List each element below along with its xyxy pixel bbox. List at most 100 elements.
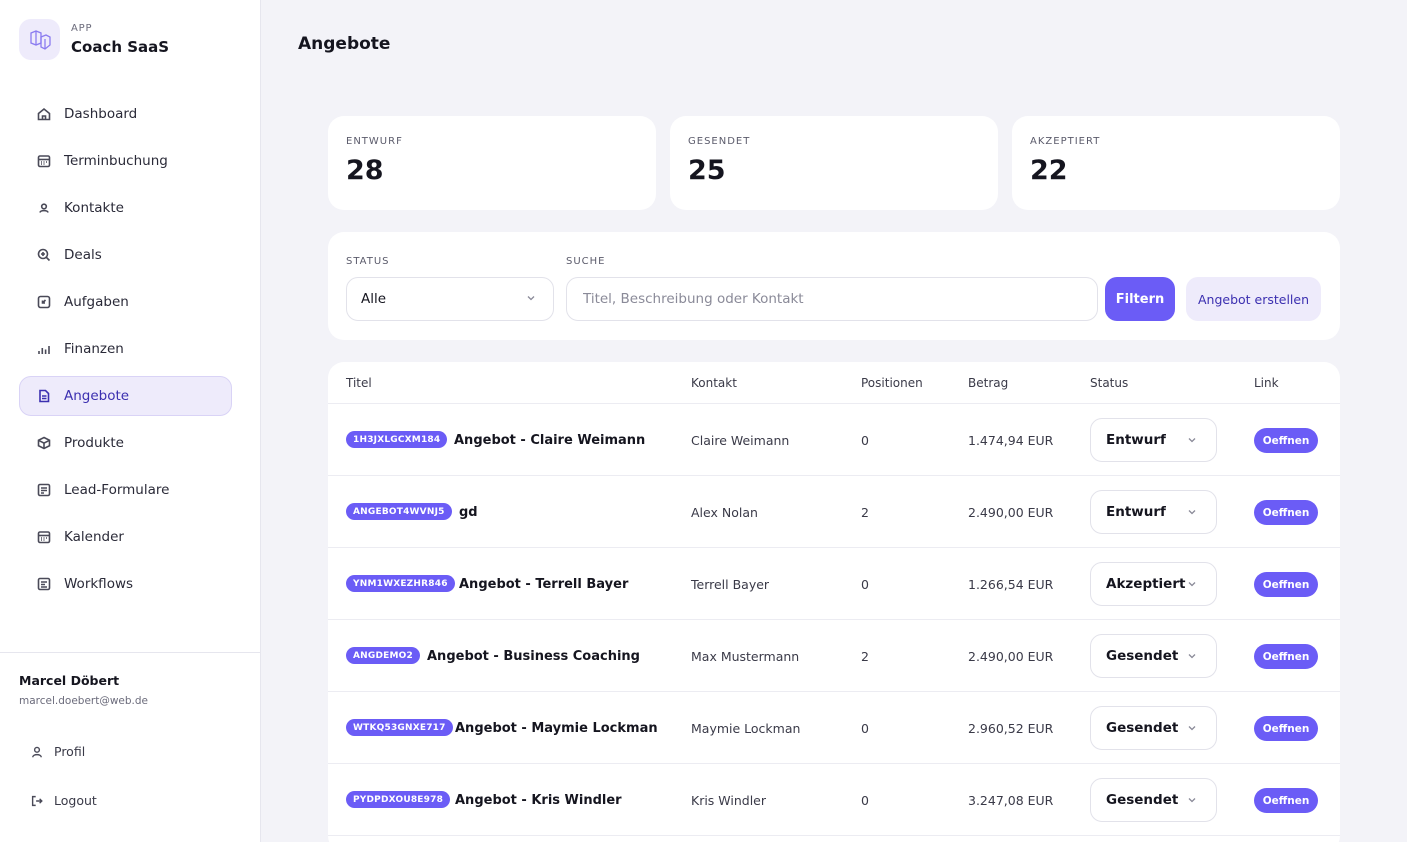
status-select[interactable]: Gesendet [1090, 706, 1217, 750]
profile-link[interactable]: Profil [30, 744, 85, 759]
stat-card-entwurf: ENTWURF 28 [328, 116, 656, 210]
offer-contact: Kris Windler [691, 793, 767, 808]
bar-chart-icon [36, 341, 52, 357]
table-row: WTKQ53GNXE717 Angebot - Maymie Lockman M… [328, 692, 1340, 764]
sidebar-item-kalender[interactable]: Kalender [19, 517, 232, 557]
sidebar-item-finanzen[interactable]: Finanzen [19, 329, 232, 369]
offer-contact: Alex Nolan [691, 505, 758, 520]
stat-label: GESENDET [688, 136, 751, 147]
logout-link-label: Logout [54, 793, 97, 808]
filter-button[interactable]: Filtern [1105, 277, 1175, 321]
open-offer-button[interactable]: Oeffnen [1254, 428, 1318, 453]
chevron-down-icon [1188, 510, 1196, 515]
status-value: Entwurf [1106, 504, 1166, 520]
offers-table: Titel Kontakt Positionen Betrag Status L… [328, 362, 1340, 842]
sidebar-item-workflows[interactable]: Workflows [19, 564, 232, 604]
create-offer-button[interactable]: Angebot erstellen [1186, 277, 1321, 321]
stat-label: AKZEPTIERT [1030, 136, 1101, 147]
open-offer-button[interactable]: Oeffnen [1254, 500, 1318, 525]
user-icon [36, 200, 52, 216]
brand-name: Coach SaaS [71, 38, 170, 56]
sidebar-item-label: Terminbuchung [64, 153, 168, 169]
sidebar-item-label: Dashboard [64, 106, 138, 122]
open-offer-button[interactable]: Oeffnen [1254, 572, 1318, 597]
profile-link-label: Profil [54, 744, 86, 759]
status-value: Entwurf [1106, 432, 1166, 448]
sidebar-item-label: Produkte [64, 435, 124, 451]
stat-label: ENTWURF [346, 136, 403, 147]
offer-amount: 2.960,52 EUR [968, 721, 1054, 736]
chevron-down-icon [1188, 726, 1196, 731]
offer-positions: 0 [861, 577, 869, 592]
status-select[interactable]: Gesendet [1090, 634, 1217, 678]
sidebar-item-dashboard[interactable]: Dashboard [19, 94, 232, 134]
sidebar: APP Coach SaaS Dashboard Terminbuchung K… [0, 0, 261, 842]
user-info: Marcel Döbert marcel.doebert@web.de [19, 673, 148, 707]
status-select[interactable]: Entwurf [1090, 490, 1217, 534]
sidebar-item-terminbuchung[interactable]: Terminbuchung [19, 141, 232, 181]
logout-icon [31, 795, 43, 806]
offer-code-badge: ANGEBOT4WVNJ5 [346, 503, 452, 520]
offer-amount: 2.490,00 EUR [968, 649, 1054, 664]
sidebar-item-aufgaben[interactable]: Aufgaben [19, 282, 232, 322]
offer-positions: 2 [861, 649, 869, 664]
chevron-down-icon [1188, 582, 1196, 587]
search-label: SUCHE [566, 256, 606, 267]
sidebar-item-deals[interactable]: Deals [19, 235, 232, 275]
sidebar-item-label: Workflows [64, 576, 134, 592]
sidebar-item-label: Lead-Formulare [64, 482, 170, 498]
sidebar-item-label: Deals [64, 247, 102, 263]
search-plus-icon [36, 247, 52, 263]
chevron-down-icon [1188, 798, 1196, 803]
sidebar-item-angebote[interactable]: Angebote [19, 376, 232, 416]
open-offer-button[interactable]: Oeffnen [1254, 788, 1318, 813]
status-filter-select[interactable]: Alle [346, 277, 554, 321]
calendar-icon [36, 153, 52, 169]
sidebar-item-label: Kalender [64, 529, 124, 545]
table-row: PYDPDXOU8E978 Angebot - Kris Windler Kri… [328, 764, 1340, 836]
column-header-positions: Positionen [861, 376, 923, 390]
table-row: YNM1WXEZHR846 Angebot - Terrell Bayer Te… [328, 548, 1340, 620]
offer-title: Angebot - Business Coaching [427, 649, 640, 664]
brand-app-label: APP [71, 23, 93, 34]
document-icon [36, 388, 52, 404]
brand[interactable]: APP Coach SaaS [19, 19, 169, 60]
status-value: Akzeptiert [1106, 576, 1186, 592]
page-title: Angebote [298, 34, 391, 54]
offer-positions: 0 [861, 721, 869, 736]
open-offer-button[interactable]: Oeffnen [1254, 716, 1318, 741]
offer-title: Angebot - Maymie Lockman [455, 721, 658, 736]
status-select[interactable]: Entwurf [1090, 418, 1217, 462]
status-value: Gesendet [1106, 792, 1179, 808]
column-header-amount: Betrag [968, 376, 1009, 390]
calendar-icon [36, 529, 52, 545]
sidebar-item-lead-formulare[interactable]: Lead-Formulare [19, 470, 232, 510]
offer-title: gd [459, 505, 478, 520]
offer-code-badge: ANGDEMO2 [346, 647, 420, 664]
status-value: Gesendet [1106, 648, 1179, 664]
sidebar-item-label: Kontakte [64, 200, 124, 216]
status-select[interactable]: Akzeptiert [1090, 562, 1217, 606]
sidebar-divider [0, 652, 260, 653]
form-icon [36, 482, 52, 498]
search-input[interactable] [566, 277, 1098, 321]
offer-contact: Claire Weimann [691, 433, 790, 448]
home-icon [36, 106, 52, 122]
open-offer-button[interactable]: Oeffnen [1254, 644, 1318, 669]
status-value: Gesendet [1106, 720, 1179, 736]
offer-positions: 0 [861, 433, 869, 448]
main-nav: Dashboard Terminbuchung Kontakte Deals A… [19, 94, 232, 611]
workflow-icon [36, 576, 52, 592]
status-filter-label: STATUS [346, 256, 390, 267]
offer-positions: 0 [861, 793, 869, 808]
offer-title: Angebot - Kris Windler [455, 793, 622, 808]
offer-amount: 1.474,94 EUR [968, 433, 1054, 448]
sidebar-item-kontakte[interactable]: Kontakte [19, 188, 232, 228]
logout-link[interactable]: Logout [30, 793, 97, 808]
table-row: ANGEBOT4WVNJ5 gd Alex Nolan 2 2.490,00 E… [328, 476, 1340, 548]
offer-contact: Max Mustermann [691, 649, 800, 664]
status-select[interactable]: Gesendet [1090, 778, 1217, 822]
chevron-down-icon [527, 296, 535, 301]
sidebar-item-produkte[interactable]: Produkte [19, 423, 232, 463]
stat-card-gesendet: GESENDET 25 [670, 116, 998, 210]
